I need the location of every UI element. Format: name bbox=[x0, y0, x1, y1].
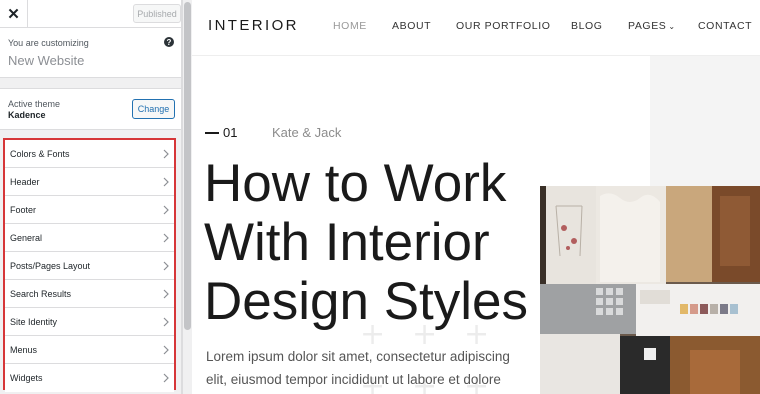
hero-paragraph-line: Lorem ipsum dolor sit amet, consectetur … bbox=[206, 349, 510, 364]
theme-name: Kadence bbox=[8, 110, 46, 120]
section-label: Widgets bbox=[10, 373, 43, 383]
customizing-info: You are customizing New Website ? bbox=[0, 28, 181, 78]
nav-about[interactable]: ABOUT bbox=[392, 20, 431, 32]
section-search-results[interactable]: Search Results bbox=[5, 280, 174, 308]
nav-blog[interactable]: BLOG bbox=[571, 20, 603, 32]
customizing-label: You are customizing bbox=[8, 38, 89, 48]
chevron-right-icon bbox=[163, 205, 169, 215]
hero-title-line: With Interior bbox=[204, 213, 490, 272]
close-icon: ✕ bbox=[7, 5, 20, 23]
section-label: Colors & Fonts bbox=[10, 149, 70, 159]
section-header[interactable]: Header bbox=[5, 168, 174, 196]
section-label: Footer bbox=[10, 205, 37, 215]
section-label: Header bbox=[10, 177, 40, 187]
section-label: General bbox=[10, 233, 43, 243]
active-theme-panel: Active theme Kadence Change bbox=[0, 88, 181, 130]
nav-contact[interactable]: CONTACT bbox=[698, 20, 752, 32]
section-widgets[interactable]: Widgets bbox=[5, 364, 174, 392]
nav-pages[interactable]: PAGES ⌄ bbox=[628, 20, 676, 32]
section-menus[interactable]: Menus bbox=[5, 336, 174, 364]
hero-number: 01 bbox=[223, 125, 238, 140]
section-colors-fonts[interactable]: Colors & Fonts bbox=[5, 140, 174, 168]
section-footer[interactable]: Footer bbox=[5, 196, 174, 224]
hero-author: Kate & Jack bbox=[272, 125, 342, 140]
section-general[interactable]: General bbox=[5, 224, 174, 252]
nav-home[interactable]: HOME bbox=[333, 20, 367, 32]
chevron-right-icon bbox=[163, 149, 169, 159]
chevron-right-icon bbox=[163, 289, 169, 299]
customizer-sections-list: Colors & Fonts Header Footer General Pos… bbox=[3, 138, 176, 392]
active-theme-label: Active theme bbox=[8, 99, 61, 109]
hero-moodboard-image bbox=[540, 186, 760, 394]
section-label: Menus bbox=[10, 345, 38, 355]
hero-paragraph-line: elit, eiusmod tempor incididunt ut labor… bbox=[206, 372, 501, 387]
chevron-right-icon bbox=[163, 317, 169, 327]
chevron-right-icon bbox=[163, 345, 169, 355]
hero-number-dash bbox=[205, 132, 219, 134]
customizer-sidebar: ✕ Published You are customizing New Webs… bbox=[0, 0, 182, 394]
customizer-header: ✕ Published bbox=[0, 0, 181, 28]
site-logo[interactable]: INTERIOR bbox=[208, 17, 299, 34]
chevron-right-icon bbox=[163, 233, 169, 243]
site-navbar: INTERIOR HOME ABOUT OUR PORTFOLIO BLOG P… bbox=[192, 0, 760, 56]
site-title: New Website bbox=[8, 53, 85, 68]
section-label: Search Results bbox=[10, 289, 72, 299]
section-label: Site Identity bbox=[10, 317, 58, 327]
site-preview: INTERIOR HOME ABOUT OUR PORTFOLIO BLOG P… bbox=[192, 0, 760, 394]
section-label: Posts/Pages Layout bbox=[10, 261, 91, 271]
published-button[interactable]: Published bbox=[133, 4, 181, 23]
nav-pages-label: PAGES bbox=[628, 20, 667, 32]
chevron-right-icon bbox=[163, 373, 169, 383]
close-customizer-button[interactable]: ✕ bbox=[0, 0, 28, 27]
chevron-down-icon: ⌄ bbox=[668, 22, 676, 31]
sidebar-scrollbar-thumb[interactable] bbox=[184, 2, 191, 330]
section-site-identity[interactable]: Site Identity bbox=[5, 308, 174, 336]
section-posts-pages-layout[interactable]: Posts/Pages Layout bbox=[5, 252, 174, 280]
help-icon[interactable]: ? bbox=[164, 37, 174, 47]
chevron-right-icon bbox=[163, 177, 169, 187]
chevron-right-icon bbox=[163, 261, 169, 271]
hero-title-line: How to Work bbox=[204, 154, 507, 213]
nav-portfolio[interactable]: OUR PORTFOLIO bbox=[456, 20, 551, 32]
hero-title-line: Design Styles bbox=[204, 272, 529, 331]
change-theme-button[interactable]: Change bbox=[132, 99, 175, 119]
